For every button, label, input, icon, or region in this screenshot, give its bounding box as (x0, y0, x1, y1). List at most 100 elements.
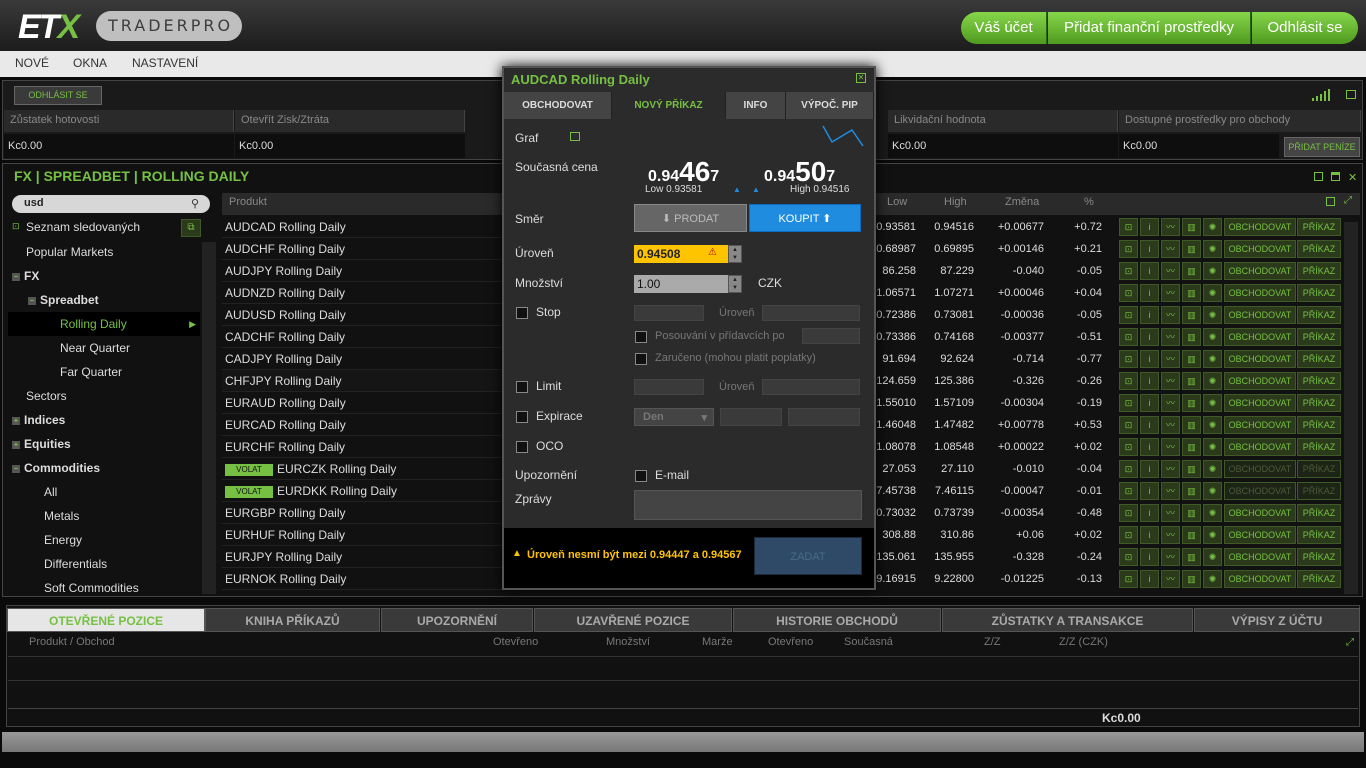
table-row[interactable]: CADJPY Rolling Daily (222, 348, 504, 370)
order-button[interactable]: PŘÍKAZ (1297, 416, 1341, 434)
grid-icon[interactable] (1326, 197, 1335, 206)
bar-chart-icon[interactable]: ▥ (1182, 526, 1201, 544)
info-icon[interactable]: i (1140, 350, 1159, 368)
minimize-icon[interactable] (1346, 90, 1356, 99)
bar-chart-icon[interactable]: ▥ (1182, 482, 1201, 500)
trade-button[interactable]: OBCHODOVAT (1224, 460, 1296, 478)
stop-level-input[interactable] (762, 305, 860, 321)
tree-commodities[interactable]: − Commodities (8, 456, 200, 480)
trade-button[interactable]: OBCHODOVAT (1224, 482, 1296, 500)
table-scrollbar[interactable] (1344, 222, 1358, 594)
order-button[interactable]: PŘÍKAZ (1297, 460, 1341, 478)
alert-icon[interactable]: ✺ (1203, 570, 1222, 588)
alert-icon[interactable]: ✺ (1203, 438, 1222, 456)
line-chart-icon[interactable]: 〰 (1161, 438, 1180, 456)
lock-icon[interactable]: ⊡ (1119, 350, 1138, 368)
tree-differentials[interactable]: Differentials (8, 552, 200, 576)
tab-trade[interactable]: OBCHODOVAT (504, 92, 612, 119)
line-chart-icon[interactable]: 〰 (1161, 482, 1180, 500)
menu-windows[interactable]: OKNA (73, 56, 107, 70)
trade-button[interactable]: OBCHODOVAT (1224, 262, 1296, 280)
line-chart-icon[interactable]: 〰 (1161, 262, 1180, 280)
table-row[interactable]: EURGBP Rolling Daily (222, 502, 504, 524)
close-icon[interactable]: ✕ (1348, 171, 1357, 184)
search-icon[interactable]: ⚲ (191, 197, 203, 210)
lock-icon[interactable]: ⊡ (1119, 284, 1138, 302)
expand-icon[interactable]: + (12, 440, 20, 449)
info-icon[interactable]: i (1140, 394, 1159, 412)
lock-icon[interactable]: ⊡ (1119, 328, 1138, 346)
login-button[interactable]: ODHLÁSIT SE (14, 86, 102, 105)
alert-icon[interactable]: ✺ (1203, 240, 1222, 258)
alert-icon[interactable]: ✺ (1203, 284, 1222, 302)
tree-soft-commodities[interactable]: Soft Commodities (8, 576, 200, 594)
trade-button[interactable]: OBCHODOVAT (1224, 218, 1296, 236)
tree-far-quarter[interactable]: Far Quarter (8, 360, 200, 384)
trade-button[interactable]: OBCHODOVAT (1224, 504, 1296, 522)
bar-chart-icon[interactable]: ▥ (1182, 218, 1201, 236)
table-row[interactable]: AUDNZD Rolling Daily (222, 282, 504, 304)
add-money-button[interactable]: PŘIDAT PENÍZE (1284, 137, 1360, 157)
lock-icon[interactable]: ⊡ (1119, 504, 1138, 522)
chart-toggle-icon[interactable] (570, 132, 580, 141)
bar-chart-icon[interactable]: ▥ (1182, 416, 1201, 434)
table-row[interactable]: AUDCAD Rolling Daily (222, 216, 504, 238)
line-chart-icon[interactable]: 〰 (1161, 372, 1180, 390)
lock-icon[interactable]: ⊡ (1119, 438, 1138, 456)
line-chart-icon[interactable]: 〰 (1161, 240, 1180, 258)
bar-chart-icon[interactable]: ▥ (1182, 262, 1201, 280)
collapse-icon[interactable]: − (12, 464, 20, 473)
order-button[interactable]: PŘÍKAZ (1297, 438, 1341, 456)
order-button[interactable]: PŘÍKAZ (1297, 548, 1341, 566)
info-icon[interactable]: i (1140, 372, 1159, 390)
trailing-input[interactable] (802, 328, 860, 344)
tree-rolling-daily[interactable]: Rolling Daily ▶ (8, 312, 200, 336)
close-icon[interactable]: ✕ (856, 73, 866, 83)
order-button[interactable]: PŘÍKAZ (1297, 372, 1341, 390)
lock-icon[interactable]: ⊡ (1119, 482, 1138, 500)
guaranteed-checkbox[interactable] (635, 353, 647, 365)
alert-icon[interactable]: ✺ (1203, 460, 1222, 478)
trade-button[interactable]: OBCHODOVAT (1224, 438, 1296, 456)
bar-chart-icon[interactable]: ▥ (1182, 240, 1201, 258)
bar-chart-icon[interactable]: ▥ (1182, 328, 1201, 346)
info-icon[interactable]: i (1140, 460, 1159, 478)
line-chart-icon[interactable]: 〰 (1161, 504, 1180, 522)
tree-fx[interactable]: − FX (8, 264, 200, 288)
expand-icon[interactable]: ⤢ (1346, 637, 1354, 648)
order-button[interactable]: PŘÍKAZ (1297, 306, 1341, 324)
lock-icon[interactable]: ⊡ (1119, 372, 1138, 390)
info-icon[interactable]: i (1140, 504, 1159, 522)
info-icon[interactable]: i (1140, 262, 1159, 280)
tab-balances[interactable]: ZŮSTATKY A TRANSAKCE (942, 608, 1193, 632)
order-button[interactable]: PŘÍKAZ (1297, 328, 1341, 346)
menu-new[interactable]: NOVÉ (15, 56, 49, 70)
trade-button[interactable]: OBCHODOVAT (1224, 306, 1296, 324)
line-chart-icon[interactable]: 〰 (1161, 526, 1180, 544)
stop-distance-input[interactable] (634, 305, 704, 321)
trade-button[interactable]: OBCHODOVAT (1224, 526, 1296, 544)
trailing-checkbox[interactable] (635, 331, 647, 343)
alert-icon[interactable]: ✺ (1203, 328, 1222, 346)
info-icon[interactable]: i (1140, 218, 1159, 236)
info-icon[interactable]: i (1140, 416, 1159, 434)
tab-closed-positions[interactable]: UZAVŘENÉ POZICE (534, 608, 732, 632)
trade-button[interactable]: OBCHODOVAT (1224, 328, 1296, 346)
table-row[interactable]: CHFJPY Rolling Daily (222, 370, 504, 392)
line-chart-icon[interactable]: 〰 (1161, 350, 1180, 368)
alert-icon[interactable]: ✺ (1203, 416, 1222, 434)
info-icon[interactable]: i (1140, 328, 1159, 346)
expiry-time-input[interactable] (788, 408, 860, 426)
tree-near-quarter[interactable]: Near Quarter (8, 336, 200, 360)
bar-chart-icon[interactable]: ▥ (1182, 306, 1201, 324)
alert-icon[interactable]: ✺ (1203, 548, 1222, 566)
table-row[interactable]: EURCHF Rolling Daily (222, 436, 504, 458)
order-button[interactable]: PŘÍKAZ (1297, 526, 1341, 544)
order-button[interactable]: PŘÍKAZ (1297, 262, 1341, 280)
tree-sectors[interactable]: Sectors (8, 384, 200, 408)
alert-icon[interactable]: ✺ (1203, 306, 1222, 324)
info-icon[interactable]: i (1140, 240, 1159, 258)
lock-icon[interactable]: ⊡ (1119, 460, 1138, 478)
account-button[interactable]: Váš účet (961, 12, 1047, 44)
messages-input[interactable] (634, 490, 862, 520)
